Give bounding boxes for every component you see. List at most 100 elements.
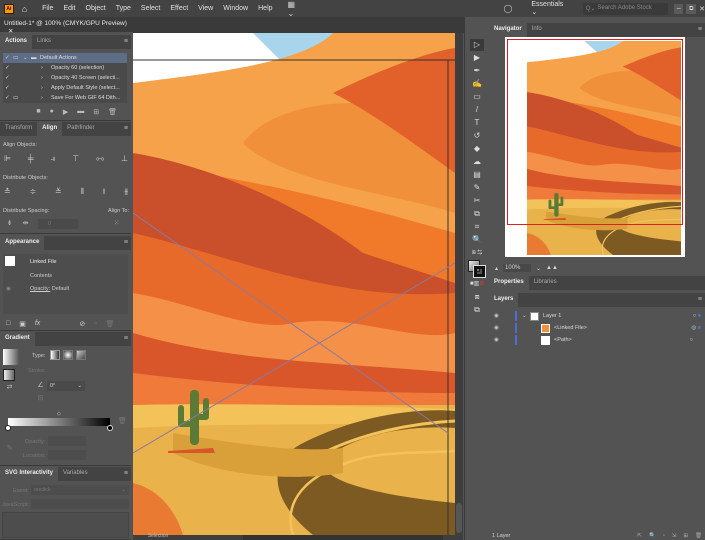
linear-gradient-button[interactable] <box>50 350 60 360</box>
distribute-left-icon[interactable]: ⫴ <box>81 187 84 197</box>
action-set-default[interactable]: ✓ ▭ ⌄ ▬ Default Actions <box>3 53 127 63</box>
artboard-canvas[interactable] <box>133 33 455 535</box>
appearance-contents[interactable]: Contents <box>30 273 52 279</box>
navigator-view-box[interactable] <box>507 39 683 225</box>
workspace-switcher[interactable]: Essentials ⌄ <box>526 1 574 16</box>
distribute-right-icon[interactable]: ⫵ <box>124 187 128 197</box>
menu-edit[interactable]: Edit <box>58 5 80 12</box>
tab-properties[interactable]: Properties <box>489 276 529 290</box>
event-select[interactable]: onclick ⌄ <box>31 485 129 495</box>
action-item[interactable]: ✓ › Apply Default Style (select... <box>3 83 127 93</box>
delete-stop-icon[interactable]: 🗑 <box>118 418 127 426</box>
delete-layer-icon[interactable]: 🗑 <box>695 533 702 539</box>
tab-variables[interactable]: Variables <box>58 467 93 481</box>
menu-object[interactable]: Object <box>81 5 111 12</box>
target-icon[interactable]: ○ <box>690 337 693 343</box>
panel-menu-icon[interactable]: ≡ <box>124 38 128 45</box>
menu-file[interactable]: File <box>37 5 58 12</box>
blend-tool-icon[interactable]: ✂ <box>470 195 484 207</box>
gradient-tool-icon[interactable]: ▤ <box>470 169 484 181</box>
selection-tool-icon[interactable]: ▷ <box>470 39 484 51</box>
panel-menu-icon[interactable]: ≡ <box>124 239 128 246</box>
eye-icon[interactable]: ◉ <box>489 325 515 331</box>
eye-icon[interactable]: ◉ <box>489 313 515 319</box>
clear-appearance-icon[interactable]: ⊘ <box>79 320 85 328</box>
menu-type[interactable]: Type <box>111 5 136 12</box>
new-action-icon[interactable]: ⊞ <box>93 108 99 116</box>
panel-menu-icon[interactable]: ≡ <box>698 26 702 33</box>
vertical-scrollbar[interactable] <box>455 33 463 535</box>
clipping-mask-icon[interactable]: ▫ <box>663 533 665 539</box>
fill-stroke-swatch[interactable] <box>3 369 15 381</box>
layer-name[interactable]: <Path> <box>554 337 572 343</box>
close-tab-icon[interactable]: ✕ <box>8 28 13 35</box>
rectangle-tool-icon[interactable]: ▭ <box>470 91 484 103</box>
chevron-down-icon[interactable]: ⌄ <box>536 265 541 272</box>
eye-icon[interactable]: ◉ <box>6 286 11 292</box>
align-bottom-icon[interactable]: ⊥ <box>121 154 128 164</box>
panel-menu-icon[interactable]: ≡ <box>124 335 128 342</box>
eyedropper-icon[interactable]: ✎ <box>5 445 14 453</box>
add-stroke-icon[interactable]: □ <box>6 320 10 328</box>
panel-menu-icon[interactable]: ≡ <box>124 470 128 477</box>
radial-gradient-button[interactable] <box>63 350 73 360</box>
swap-fill-stroke-icon[interactable]: ⧈ ⇆ <box>470 247 484 259</box>
align-hcenter-icon[interactable]: ╪ <box>28 154 34 164</box>
eraser-tool-icon[interactable]: ◆ <box>470 143 484 155</box>
tab-pathfinder[interactable]: Pathfinder <box>62 122 99 136</box>
gradient-swatch[interactable] <box>3 349 19 365</box>
horizontal-spacing-icon[interactable]: ⇹ <box>21 220 30 228</box>
stop-opacity-input[interactable] <box>48 436 86 446</box>
layer-name[interactable]: Layer 1 <box>543 313 561 319</box>
panel-menu-icon[interactable]: ≡ <box>698 296 702 303</box>
restore-button[interactable]: ⧉ <box>686 3 697 14</box>
menu-view[interactable]: View <box>193 5 218 12</box>
scroll-thumb[interactable] <box>456 503 462 533</box>
appearance-opacity[interactable]: Opacity: Default <box>30 286 69 292</box>
javascript-input[interactable] <box>31 499 129 509</box>
angle-input[interactable]: 0° ⌄ <box>47 381 85 391</box>
distribute-bottom-icon[interactable]: ≚ <box>55 187 62 197</box>
close-button[interactable]: ✕ <box>699 5 705 13</box>
eyedropper-tool-icon[interactable]: ✎ <box>470 182 484 194</box>
lightbulb-icon[interactable]: ◯ <box>503 4 512 13</box>
tab-layers[interactable]: Layers <box>489 293 519 307</box>
distribute-top-icon[interactable]: ≛ <box>4 187 11 197</box>
layer-row[interactable]: ◉ <Path> ○ <box>489 334 705 346</box>
chevron-down-icon[interactable]: ⌄ <box>522 313 530 319</box>
shape-builder-tool-icon[interactable]: ⧉ <box>470 208 484 220</box>
tab-libraries[interactable]: Libraries <box>529 276 562 290</box>
horizontal-scrollbar[interactable] <box>243 535 443 540</box>
new-layer-icon[interactable]: ⊞ <box>683 533 688 539</box>
document-tab[interactable]: Untitled-1* @ 100% (CMYK/GPU Preview) ✕ <box>0 17 133 35</box>
layer-row[interactable]: ◉ <Linked File> ◎ ■ <box>489 322 705 334</box>
menu-window[interactable]: Window <box>218 5 253 12</box>
play-icon[interactable]: ▶ <box>63 108 68 116</box>
draw-mode-icon[interactable]: ⧈ <box>470 291 484 303</box>
add-fill-icon[interactable]: ▣ <box>19 320 26 328</box>
record-icon[interactable]: ● <box>50 108 54 116</box>
action-item[interactable]: ✓ › Opacity 40 Screen (selecti... <box>3 73 127 83</box>
tab-align[interactable]: Align <box>37 122 63 136</box>
align-vcenter-icon[interactable]: ⧟ <box>96 154 104 164</box>
tab-gradient[interactable]: Gradient <box>0 332 35 346</box>
artboard-tool-icon[interactable]: ⌗ <box>470 221 484 233</box>
locate-object-icon[interactable]: 🔍 <box>649 533 656 539</box>
menu-effect[interactable]: Effect <box>165 5 193 12</box>
trash-icon[interactable]: 🗑 <box>108 108 117 116</box>
curvature-tool-icon[interactable]: ✍ <box>470 78 484 90</box>
layer-name[interactable]: <Linked File> <box>554 325 587 331</box>
delete-item-icon[interactable]: 🗑 <box>106 320 115 328</box>
arrange-documents-icon[interactable]: ▦ ⌄ <box>288 0 304 18</box>
tab-navigator[interactable]: Navigator <box>489 23 527 37</box>
target-icon[interactable]: ○ ■ <box>693 313 701 319</box>
action-item[interactable]: ✓ ▭ › Save For Web GIF 64 Dith... <box>3 93 127 103</box>
navigator-preview[interactable] <box>505 37 685 257</box>
home-icon[interactable]: ⌂ <box>22 4 27 14</box>
target-icon[interactable]: ◎ ■ <box>691 325 701 331</box>
align-to-selection-icon[interactable]: ⁙ <box>112 220 121 228</box>
freeform-gradient-button[interactable] <box>76 350 86 360</box>
align-left-icon[interactable]: ⊫ <box>4 154 11 164</box>
pen-tool-icon[interactable]: ✒ <box>470 65 484 77</box>
vertical-spacing-icon[interactable]: ⇟ <box>5 220 14 228</box>
